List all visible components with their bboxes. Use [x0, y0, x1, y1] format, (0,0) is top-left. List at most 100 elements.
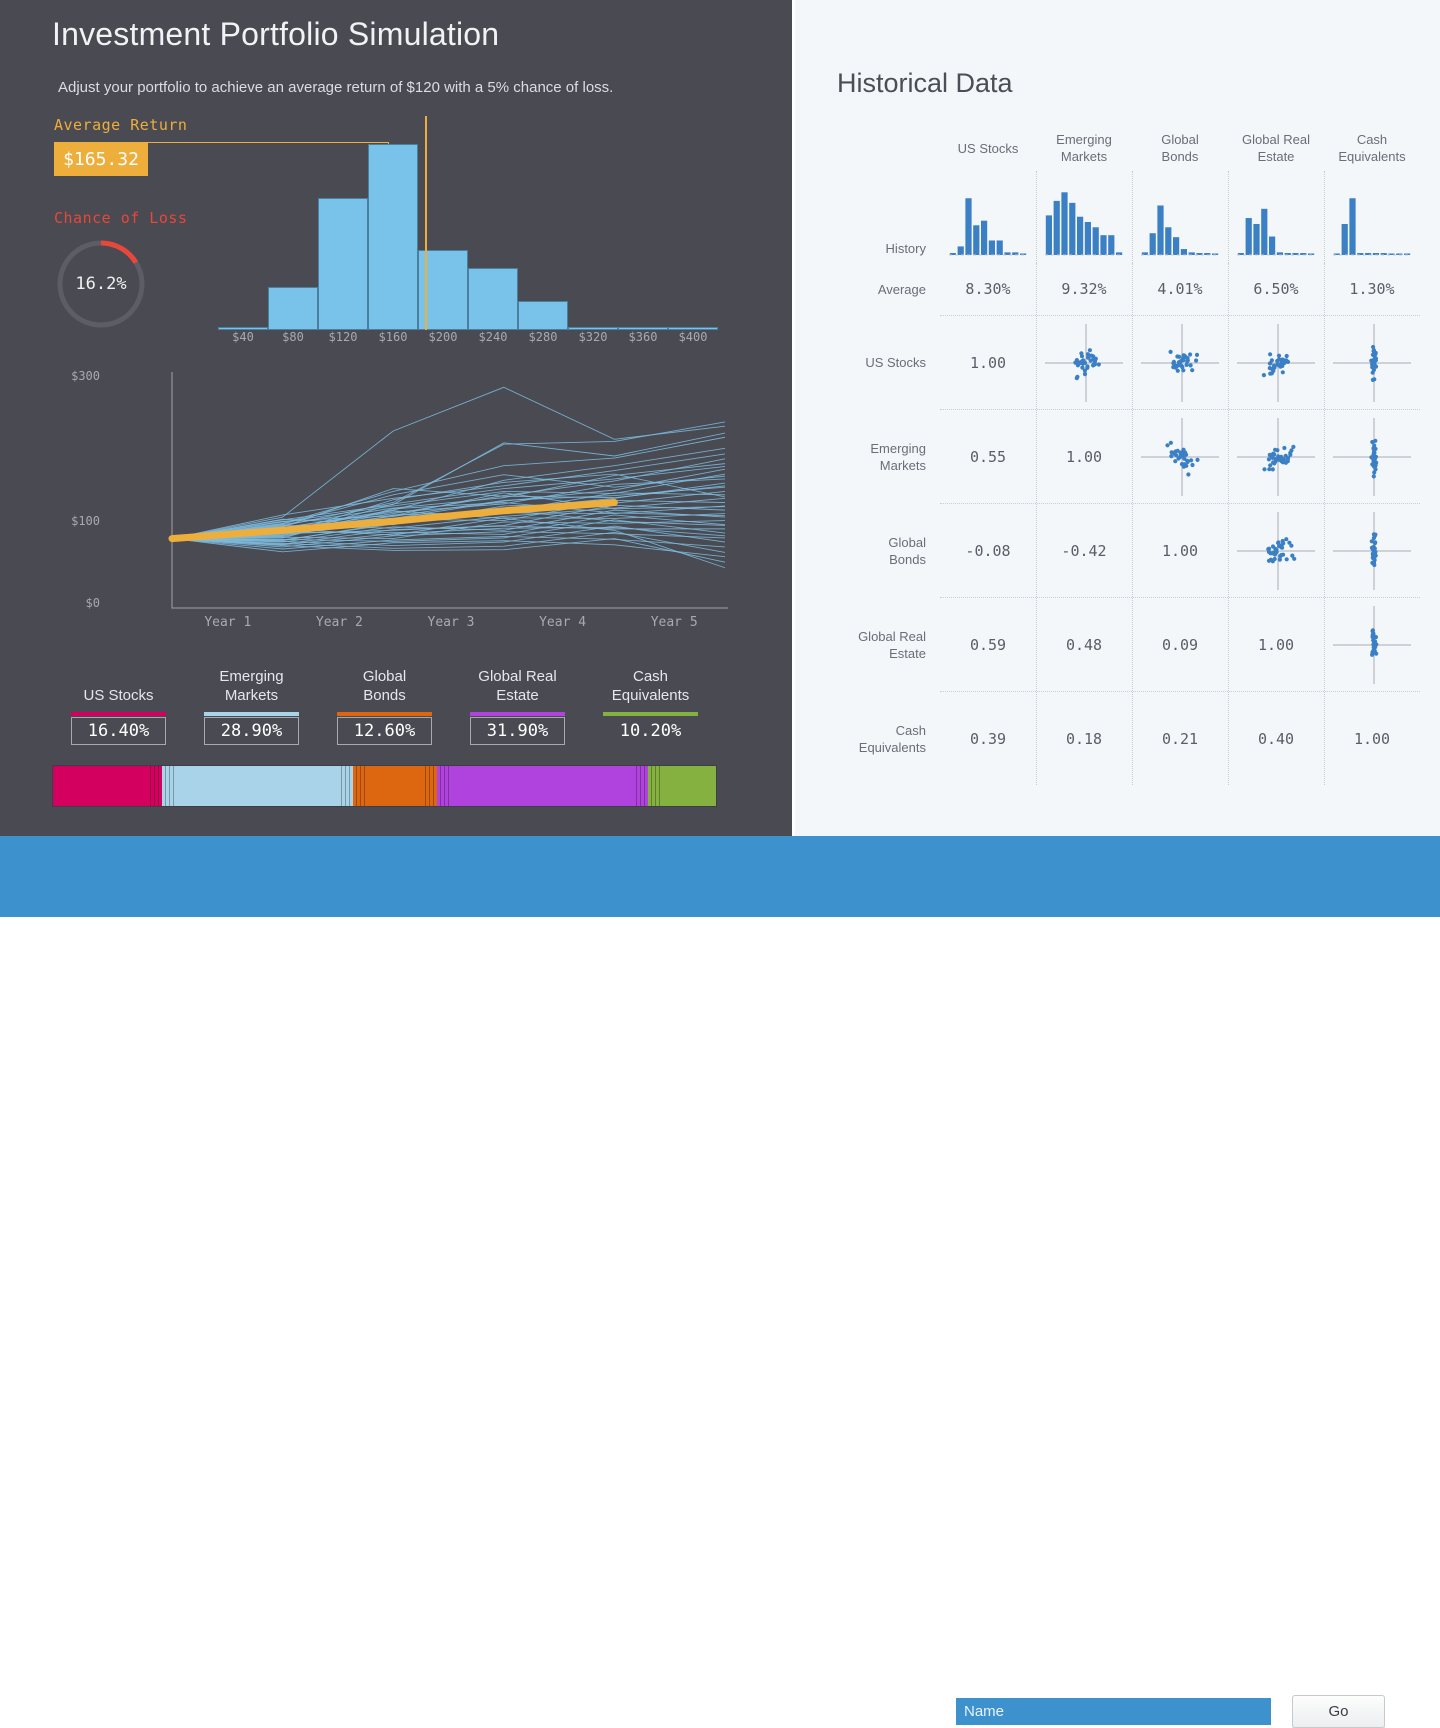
scatter-point	[1276, 353, 1282, 358]
allocation-asset-label: US Stocks	[83, 687, 154, 704]
scatter-point	[1276, 540, 1281, 545]
allocation-drag-handle[interactable]	[164, 766, 174, 806]
mini-histogram-bar	[1173, 237, 1180, 255]
scatter-point	[1282, 445, 1287, 450]
histogram-tick-label: $320	[578, 330, 608, 344]
correlation-cell: 1.00	[1036, 410, 1132, 503]
column-divider	[1228, 316, 1230, 409]
column-divider	[1324, 410, 1326, 503]
column-divider	[1228, 410, 1230, 503]
allocation-value-input[interactable]: 16.40%	[71, 717, 166, 745]
correlation-cell: 0.55	[940, 410, 1036, 503]
mini-histogram-bar	[1077, 216, 1084, 255]
scatter-point	[1288, 452, 1293, 457]
column-divider	[1228, 692, 1230, 785]
scatter-point	[1284, 536, 1289, 541]
name-input[interactable]	[955, 1697, 1272, 1726]
average-value-cell: 4.01%	[1132, 263, 1228, 315]
scatter-point	[1272, 551, 1278, 557]
allocation-stacked-bar[interactable]	[52, 765, 717, 807]
correlation-value: 1.00	[1257, 635, 1295, 654]
allocation-drag-handle[interactable]	[424, 766, 434, 806]
scatter-point	[1273, 447, 1278, 452]
scatter-point	[1169, 453, 1174, 458]
column-divider	[1324, 692, 1326, 785]
mini-histogram-svg	[1333, 198, 1411, 256]
scatter-point	[1185, 357, 1190, 362]
allocation-segment[interactable]	[161, 766, 354, 806]
allocation-value-input[interactable]: 28.90%	[204, 717, 299, 745]
scatter-point	[1182, 461, 1187, 466]
mini-histogram-bar	[1269, 236, 1276, 255]
scatter-point	[1280, 538, 1285, 543]
scatter-point	[1289, 543, 1294, 548]
allocation-value-input[interactable]: 31.90%	[470, 717, 565, 745]
historical-column-header: Emerging Markets	[1056, 132, 1112, 164]
scatter-point	[1168, 349, 1173, 354]
scatter-point	[1188, 362, 1193, 367]
allocation-column: Global Real Estate 31.90%	[451, 665, 584, 745]
correlation-scatter-svg	[1141, 417, 1219, 496]
allocation-color-bar	[470, 712, 565, 716]
mini-histogram-bar	[1245, 218, 1252, 255]
correlation-cell: 0.39	[940, 692, 1036, 785]
chance-of-loss-label: Chance of Loss	[54, 209, 188, 227]
y-tick-300: $300	[71, 369, 100, 383]
correlation-row-label: US Stocks	[865, 355, 926, 370]
allocation-segment[interactable]	[436, 766, 649, 806]
allocation-drag-handle[interactable]	[341, 766, 351, 806]
average-return-value: $165.32	[54, 142, 148, 176]
scatter-point	[1181, 367, 1186, 372]
correlation-cell	[1228, 504, 1324, 597]
allocation-segment[interactable]	[53, 766, 162, 806]
allocation-drag-handle[interactable]	[439, 766, 449, 806]
history-mini-histogram	[1132, 171, 1228, 263]
history-mini-histogram	[940, 171, 1036, 263]
scatter-point	[1369, 538, 1374, 543]
column-divider	[1324, 598, 1326, 691]
column-divider	[1324, 504, 1326, 597]
scatter-point	[1194, 352, 1200, 357]
correlation-value: 0.40	[1257, 729, 1295, 748]
allocation-drag-handle[interactable]	[356, 766, 366, 806]
mini-histogram-svg	[1237, 208, 1315, 256]
allocation-drag-handle[interactable]	[636, 766, 646, 806]
mini-histogram-bar	[957, 246, 964, 255]
scatter-point	[1262, 466, 1267, 471]
allocation-asset-label: Global Bonds	[362, 668, 407, 704]
allocation-segment[interactable]	[648, 766, 716, 806]
go-button[interactable]: Go	[1292, 1695, 1385, 1728]
column-divider	[1132, 171, 1134, 263]
scatter-point	[1372, 362, 1377, 367]
mini-histogram-bar	[1261, 208, 1268, 255]
scatter-point	[1195, 457, 1200, 462]
scatter-point	[1171, 364, 1176, 369]
page-title: Investment Portfolio Simulation	[52, 16, 500, 52]
correlation-cell	[1132, 316, 1228, 409]
historical-header-row: US Stocks Emerging Markets Global Bonds Globa…	[815, 125, 1420, 171]
histogram-tick-label: $400	[678, 330, 708, 344]
mini-histogram-bar	[1100, 235, 1107, 255]
mini-histogram-bar	[973, 225, 980, 255]
scatter-point	[1284, 556, 1289, 561]
scatter-point	[1291, 444, 1296, 449]
average-value: 8.30%	[965, 280, 1011, 298]
mini-histogram-bar	[1045, 215, 1052, 255]
correlation-cell: -0.42	[1036, 504, 1132, 597]
allocation-drag-handle[interactable]	[651, 766, 661, 806]
column-divider	[1324, 171, 1326, 263]
history-row-label: History	[885, 241, 926, 256]
histogram-bar	[518, 301, 568, 330]
correlation-scatter-svg	[1141, 323, 1219, 402]
correlation-cell: 0.48	[1036, 598, 1132, 691]
allocation-drag-handle[interactable]	[149, 766, 159, 806]
correlation-value: 1.00	[1353, 729, 1391, 748]
allocation-value-input[interactable]: 12.60%	[337, 717, 432, 745]
correlation-row: Emerging Markets 0.55 1.00	[815, 410, 1420, 503]
average-value: 6.50%	[1253, 280, 1299, 298]
allocation-segment[interactable]	[353, 766, 437, 806]
allocation-value-input[interactable]: 10.20%	[603, 717, 698, 745]
correlation-cell	[1132, 410, 1228, 503]
correlation-scatter-svg	[1333, 605, 1411, 684]
paths-tick-label: Year 1	[204, 615, 252, 630]
